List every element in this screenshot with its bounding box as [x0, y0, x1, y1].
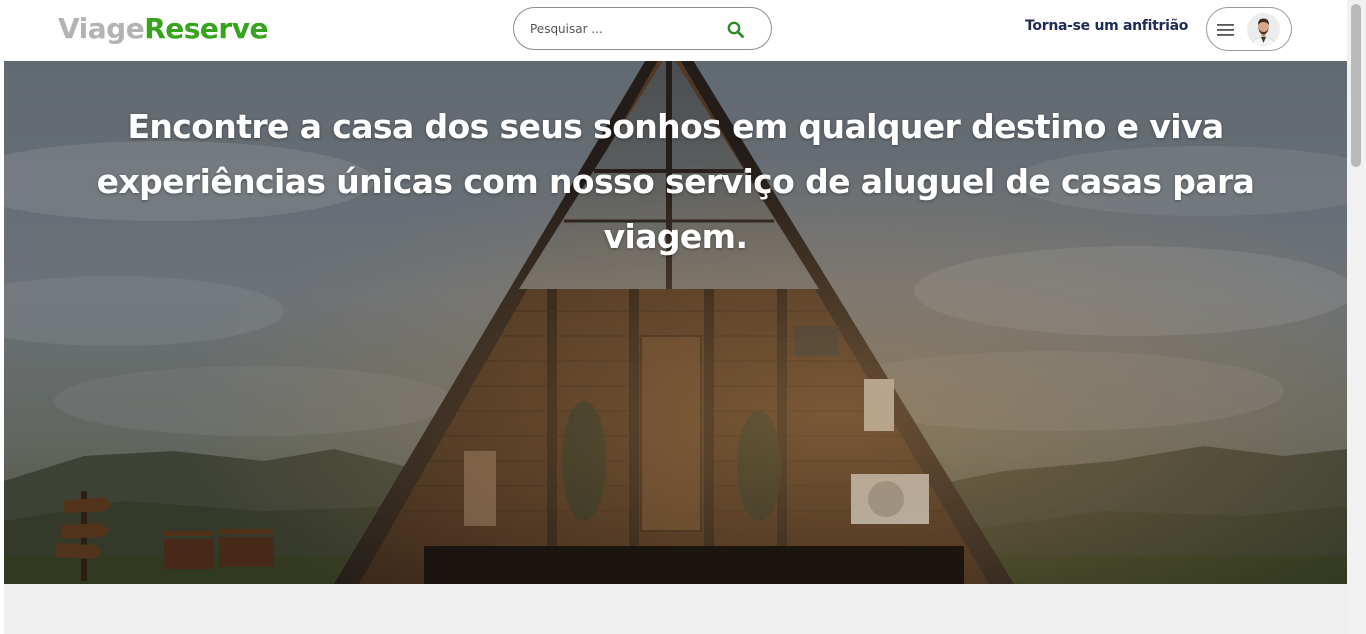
user-menu-button[interactable] [1206, 7, 1292, 51]
site-logo[interactable]: ViageReserve [58, 10, 268, 48]
logo-text-reserve: Reserve [144, 12, 268, 45]
user-avatar [1247, 13, 1280, 46]
page-scrollbar[interactable] [1347, 0, 1366, 634]
top-navbar: ViageReserve Torna-se um anfitrião [4, 0, 1347, 61]
become-host-link[interactable]: Torna-se um anfitrião [1025, 18, 1188, 34]
hamburger-menu-icon [1217, 22, 1235, 36]
search-icon[interactable] [726, 20, 746, 40]
hero-headline: Encontre a casa dos seus sonhos em qualq… [96, 107, 1255, 256]
page: ViageReserve Torna-se um anfitrião [0, 0, 1366, 634]
search-bar [513, 7, 772, 50]
content-section [4, 584, 1347, 634]
search-input[interactable] [530, 18, 710, 40]
scrollbar-thumb[interactable] [1351, 4, 1361, 167]
logo-text-viage: Viage [58, 12, 145, 45]
hero-banner: Encontre a casa dos seus sonhos em qualq… [4, 61, 1347, 584]
